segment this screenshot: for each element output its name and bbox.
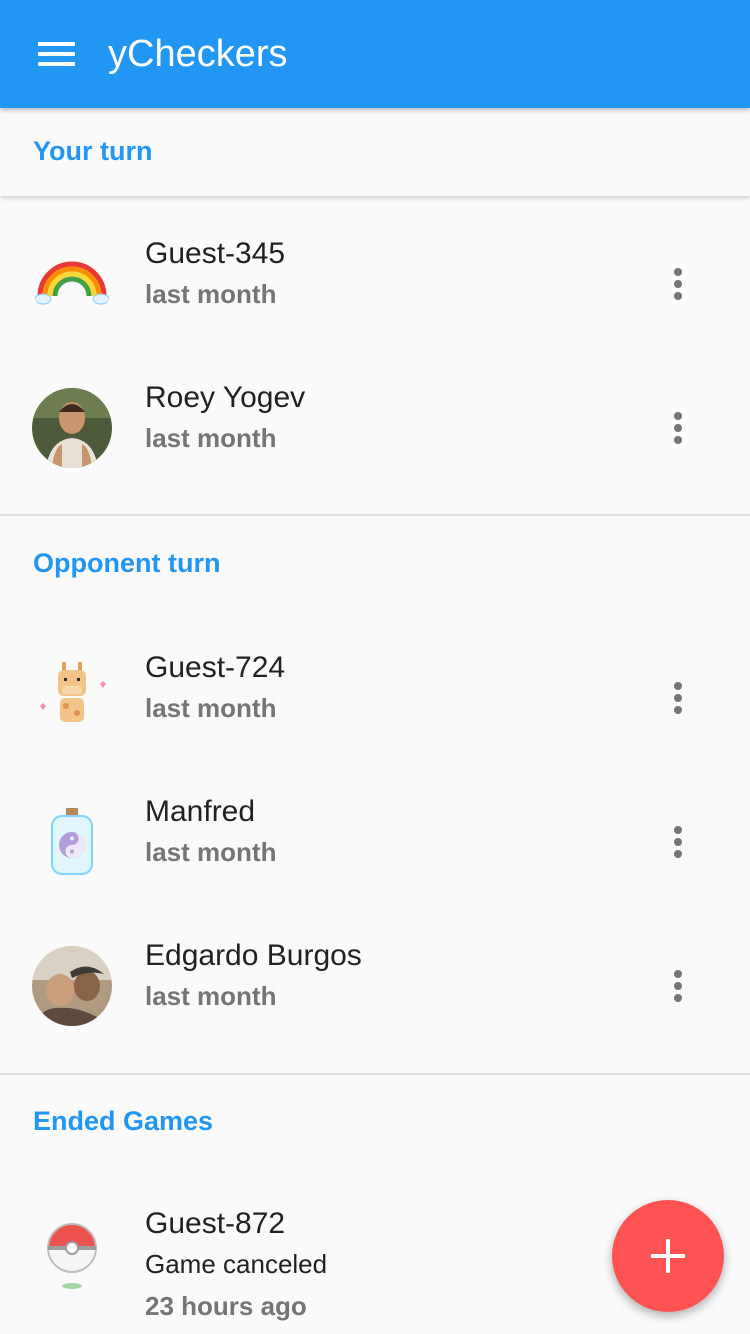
game-row-guest-345[interactable]: Guest-345 last month bbox=[0, 212, 750, 356]
game-row-guest-724[interactable]: Guest-724 last month bbox=[0, 626, 750, 770]
section-title-opponent-turn: Opponent turn bbox=[33, 548, 221, 578]
app-bar: yCheckers bbox=[0, 0, 750, 108]
opponent-name: Guest-872 bbox=[145, 1207, 286, 1240]
opponent-name: Manfred bbox=[145, 795, 256, 828]
section-title-ended-games: Ended Games bbox=[33, 1106, 214, 1136]
opponent-name: Guest-345 bbox=[145, 237, 286, 270]
new-game-button[interactable] bbox=[612, 1200, 724, 1312]
game-row-manfred[interactable]: Manfred last month bbox=[0, 770, 750, 914]
game-status: Game canceled bbox=[145, 1249, 328, 1279]
pokeball-avatar bbox=[32, 1214, 112, 1294]
section-divider bbox=[0, 514, 750, 516]
last-move-time: 23 hours ago bbox=[145, 1291, 307, 1321]
opponent-name: Roey Yogev bbox=[145, 381, 306, 414]
last-move-time: last month bbox=[145, 693, 277, 723]
photo-avatar bbox=[32, 388, 112, 468]
last-move-time: last month bbox=[145, 423, 277, 453]
game-row-edgardo-burgos[interactable]: Edgardo Burgos last month bbox=[0, 914, 750, 1058]
more-vert-icon[interactable] bbox=[658, 258, 698, 310]
giraffe-avatar bbox=[32, 658, 112, 738]
opponent-name: Guest-724 bbox=[145, 651, 286, 684]
app-title: yCheckers bbox=[108, 33, 288, 75]
menu-icon[interactable] bbox=[20, 22, 92, 86]
last-move-time: last month bbox=[145, 279, 277, 309]
more-vert-icon[interactable] bbox=[658, 402, 698, 454]
opponent-name: Edgardo Burgos bbox=[145, 939, 362, 972]
yin-yang-bottle-avatar bbox=[32, 802, 112, 882]
section-divider bbox=[0, 1073, 750, 1075]
last-move-time: last month bbox=[145, 837, 277, 867]
more-vert-icon[interactable] bbox=[658, 672, 698, 724]
your-turn-section-header: Your turn bbox=[0, 108, 750, 196]
section-title-your-turn: Your turn bbox=[33, 136, 153, 166]
more-vert-icon[interactable] bbox=[658, 960, 698, 1012]
game-row-roey-yogev[interactable]: Roey Yogev last month bbox=[0, 356, 750, 500]
more-vert-icon[interactable] bbox=[658, 816, 698, 868]
rainbow-avatar bbox=[32, 244, 112, 324]
last-move-time: last month bbox=[145, 981, 277, 1011]
photo-avatar bbox=[32, 946, 112, 1026]
